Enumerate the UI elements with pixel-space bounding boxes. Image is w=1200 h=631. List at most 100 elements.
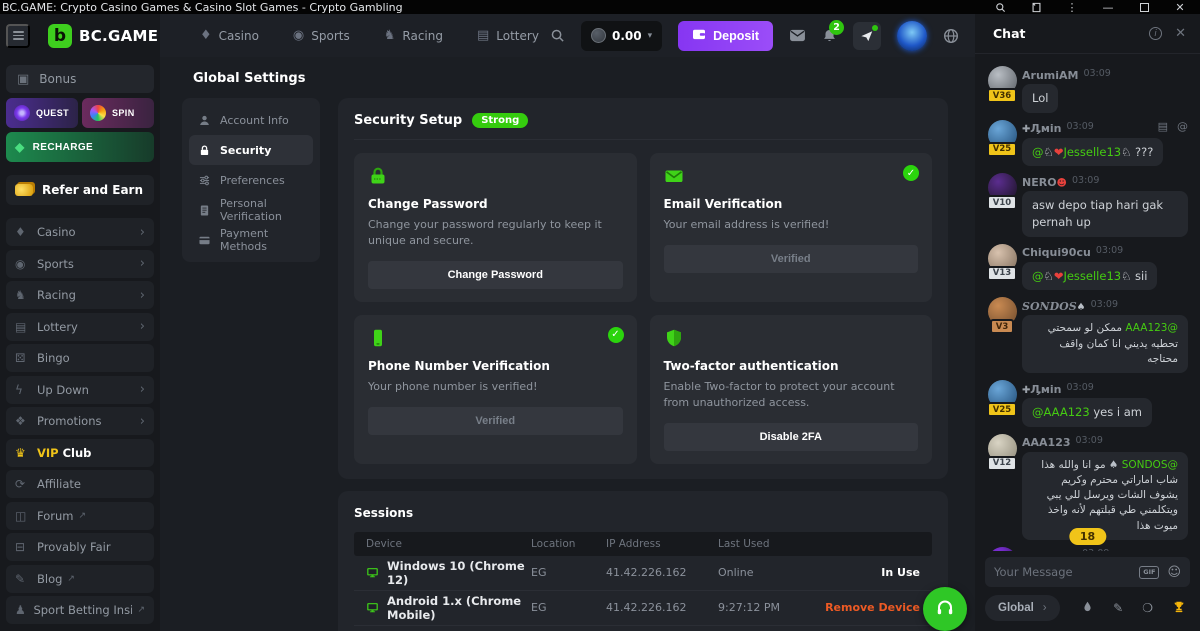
vip-icon: ♛ <box>15 446 37 460</box>
coin-drop-icon[interactable]: ❍ <box>1142 601 1153 615</box>
disable-2fa-button[interactable]: Disable 2FA <box>664 423 919 451</box>
app-window: BC.GAME: Crypto Casino Games & Casino Sl… <box>0 0 1200 631</box>
hamburger-menu-button[interactable] <box>6 24 30 48</box>
chat-message-input[interactable] <box>994 565 1131 579</box>
chevron-down-icon: ▾ <box>648 31 653 41</box>
chat-toggle-icon[interactable] <box>853 22 881 50</box>
username[interactable]: ✚Ӆмin <box>1022 117 1061 136</box>
sidebar-item-blog[interactable]: ✎Blog↗ <box>6 565 154 593</box>
close-window-icon[interactable]: ✕ <box>1174 1 1186 13</box>
sidebar-item-up-down[interactable]: ϟUp Down› <box>6 376 154 404</box>
trophy-icon[interactable] <box>1172 599 1186 618</box>
balance-selector[interactable]: 0.00 ▾ <box>581 21 662 51</box>
bcgame-logo[interactable]: b BC.GAME <box>48 24 158 48</box>
rain-icon[interactable] <box>1081 599 1094 618</box>
header-nav-casino[interactable]: ♦Casino <box>200 28 259 43</box>
tip-icon[interactable]: ▤ <box>1158 120 1168 133</box>
chat-close-icon[interactable]: ✕ <box>1175 26 1186 41</box>
reader-mode-icon[interactable] <box>1030 1 1042 13</box>
emoji-icon[interactable]: ☺ <box>1167 565 1181 580</box>
settings-nav-personal-verification[interactable]: Personal Verification <box>189 195 313 225</box>
card-title: Phone Number Verification <box>368 359 623 373</box>
casino-icon: ♦ <box>200 28 212 43</box>
search-icon[interactable] <box>550 28 565 43</box>
username[interactable]: SONDOS♠ <box>1022 295 1086 314</box>
level-badge: V25 <box>987 402 1017 417</box>
sidebar-item-casino[interactable]: ♦Casino› <box>6 218 154 246</box>
sidebar-item-bonus[interactable]: ▣ Bonus <box>6 65 154 93</box>
settings-nav: Account InfoSecurityPreferencesPersonal … <box>182 98 320 262</box>
bingo-icon: ⚄ <box>15 351 37 365</box>
sidebar-item-sport-betting-insig[interactable]: ♟Sport Betting Insig...↗ <box>6 596 154 624</box>
username[interactable]: AAA123 <box>1022 431 1071 450</box>
browser-menu-icon[interactable]: ⋮ <box>1066 1 1078 13</box>
username[interactable]: Towfique <box>1022 544 1077 551</box>
external-link-icon: ↗ <box>137 605 145 615</box>
spin-button[interactable]: SPIN <box>82 98 154 128</box>
chat-input-row: GIF ☺ <box>985 557 1190 587</box>
change-password-button[interactable]: Change Password <box>368 261 623 289</box>
minimize-icon[interactable]: — <box>1102 1 1114 13</box>
quest-button[interactable]: QUEST <box>6 98 78 128</box>
sidebar-item-vip-club[interactable]: ♛VIP Club <box>6 439 154 467</box>
sidebar-item-racing[interactable]: ♞Racing› <box>6 281 154 309</box>
header-nav-lottery[interactable]: ▤Lottery <box>477 28 539 43</box>
settings-nav-security[interactable]: Security <box>189 135 313 165</box>
new-messages-badge[interactable]: 18 <box>1069 528 1106 545</box>
chat-info-icon[interactable]: i <box>1149 27 1162 40</box>
username[interactable]: ArumiAM <box>1022 64 1078 83</box>
inbox-icon[interactable] <box>789 29 806 42</box>
chat-messages: V36ArumiAM03:09LolV25✚Ӆмin03:09▤@@♘❤Jess… <box>975 54 1200 551</box>
chat-room-selector[interactable]: Global › <box>985 595 1060 621</box>
sidebar-item-provably-fair[interactable]: ⊟Provably Fair <box>6 533 154 561</box>
verified-check-icon: ✓ <box>903 165 919 181</box>
sidebar-item-forum[interactable]: ◫Forum↗ <box>6 502 154 530</box>
settings-nav-payment-methods[interactable]: Payment Methods <box>189 225 313 255</box>
username[interactable]: NERO☻ <box>1022 171 1067 190</box>
header-nav-sports[interactable]: ◉Sports <box>293 28 350 43</box>
sidebar-item-sports[interactable]: ◉Sports› <box>6 250 154 278</box>
phone-icon <box>368 328 623 350</box>
verified-button[interactable]: Verified <box>368 407 623 435</box>
avatar[interactable] <box>988 547 1017 551</box>
support-button[interactable] <box>923 587 967 631</box>
security-setup-title: Security Setup <box>354 113 462 128</box>
headset-icon <box>935 598 955 621</box>
remove-device-button[interactable]: Remove Device <box>825 601 920 614</box>
lottery-icon: ▤ <box>477 28 489 43</box>
lock-icon <box>198 144 211 157</box>
refer-and-earn-button[interactable]: Refer and Earn <box>6 175 154 205</box>
settings-nav-preferences[interactable]: Preferences <box>189 165 313 195</box>
sports-icon: ◉ <box>15 257 37 271</box>
device-monitor-icon <box>366 601 379 614</box>
username[interactable]: Chiqui90cu <box>1022 241 1091 260</box>
sidebar-item-bingo[interactable]: ⚄Bingo <box>6 344 154 372</box>
verified-button[interactable]: Verified <box>664 245 919 273</box>
chat-message: V25✚Ӆмin03:09▤@@♘❤Jesselle13♘ ??? <box>985 120 1188 167</box>
sidebar-item-lottery[interactable]: ▤Lottery› <box>6 313 154 341</box>
page-search-icon[interactable] <box>994 1 1006 13</box>
deposit-button[interactable]: Deposit <box>678 21 773 51</box>
user-avatar[interactable] <box>897 21 927 51</box>
notifications-bell-icon[interactable]: 2 <box>822 28 837 44</box>
bcgame-logo-text: BC.GAME <box>79 27 158 45</box>
recharge-button[interactable]: ◆ RECHARGE <box>6 132 154 162</box>
security-card-change-password: Change PasswordChange your password regu… <box>354 153 637 302</box>
message-bubble: @♘❤Jesselle13♘ ??? <box>1022 138 1163 167</box>
rules-pen-icon[interactable]: ✎ <box>1113 601 1123 615</box>
restore-icon[interactable] <box>1138 1 1150 13</box>
top-header: b BC.GAME ♦Casino◉Sports♞Racing▤Lottery … <box>0 14 975 57</box>
sidebar-item-affiliate[interactable]: ⟳Affiliate <box>6 470 154 498</box>
username[interactable]: ✚Ӆмin <box>1022 378 1061 397</box>
header-nav-racing[interactable]: ♞Racing <box>384 28 443 43</box>
in-use-label: In Use <box>881 566 920 579</box>
settings-nav-account-info[interactable]: Account Info <box>189 105 313 135</box>
message-bubble: @AAA123 yes i am <box>1022 398 1152 427</box>
gif-icon[interactable]: GIF <box>1139 566 1159 579</box>
security-card-two-factor-authentication: Two-factor authenticationEnable Two-fact… <box>650 315 933 464</box>
sliders-icon <box>198 174 211 187</box>
mention-icon[interactable]: @ <box>1177 120 1188 133</box>
card-icon <box>198 234 211 247</box>
sidebar-item-promotions[interactable]: ❖Promotions› <box>6 407 154 435</box>
language-globe-icon[interactable] <box>943 28 959 44</box>
